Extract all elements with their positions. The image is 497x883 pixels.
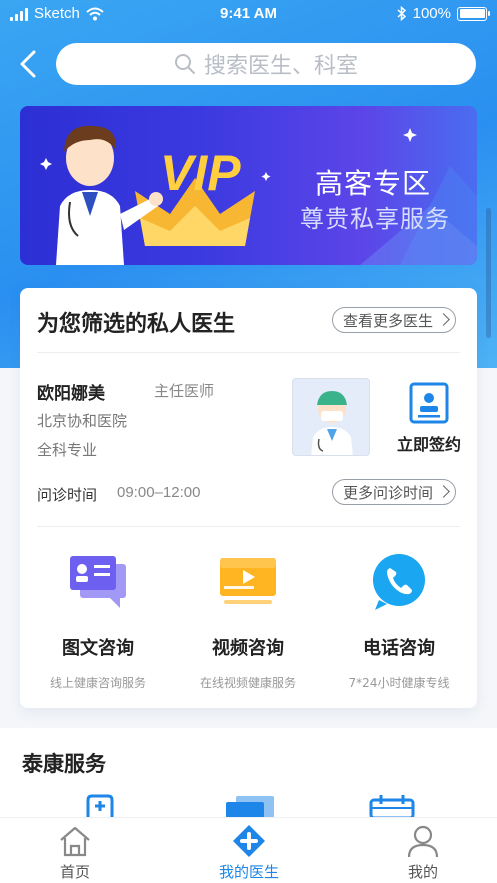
tab-bar: 首页 我的医生 我的 xyxy=(0,817,497,883)
service-name: 电话咨询 xyxy=(363,638,435,659)
service-desc: 7*24小时健康专线 xyxy=(348,676,450,690)
doctor-specialty: 全科专业 xyxy=(37,441,98,459)
hospital-icon[interactable] xyxy=(84,794,116,818)
doctor-hospital: 北京协和医院 xyxy=(37,412,128,430)
sign-contract-button[interactable] xyxy=(409,382,449,424)
status-bar: Sketch 9:41 AM 100% xyxy=(0,0,497,30)
section-title: 泰康服务 xyxy=(22,752,106,776)
vip-banner[interactable]: VIP 高客专区 尊贵私享服务 xyxy=(20,106,477,265)
tab-home[interactable]: 首页 xyxy=(0,818,158,883)
service-phone-consult[interactable]: 电话咨询 7*24小时健康专线 xyxy=(323,550,475,691)
divider xyxy=(37,526,460,527)
doctor-name: 欧阳娜美 xyxy=(37,384,105,404)
chat-card-icon xyxy=(70,556,126,608)
consult-time-label: 问诊时间 xyxy=(37,486,98,504)
home-icon xyxy=(60,826,90,857)
sign-contract-label[interactable]: 立即签约 xyxy=(397,431,461,455)
doctor-card: 为您筛选的私人医生 查看更多医生 欧阳娜美 主任医师 北京协和医院 全科专业 立… xyxy=(20,288,477,708)
svg-text:VIP: VIP xyxy=(160,145,241,201)
card-title: 为您筛选的私人医生 xyxy=(37,312,236,337)
banner-subtitle: 尊贵私享服务 xyxy=(300,205,450,233)
medical-cross-icon xyxy=(233,825,265,857)
tab-label: 我的 xyxy=(407,863,438,881)
records-icon[interactable] xyxy=(224,794,276,818)
doctor-avatar[interactable] xyxy=(292,378,370,456)
tab-me[interactable]: 我的 xyxy=(340,818,497,883)
more-doctors-label: 查看更多医生 xyxy=(343,311,434,330)
search-placeholder: 搜索医生、科室 xyxy=(203,54,358,79)
scroll-indicator[interactable] xyxy=(486,208,491,338)
more-times-button[interactable]: 更多问诊时间 xyxy=(332,479,457,505)
contract-icon xyxy=(409,382,449,424)
chevron-right-icon xyxy=(437,485,450,498)
service-video-consult[interactable]: 视频咨询 在线视频健康服务 xyxy=(172,550,324,691)
banner-badge-text: VIP xyxy=(160,145,241,201)
chevron-left-icon xyxy=(20,50,36,78)
service-desc: 线上健康咨询服务 xyxy=(49,676,146,690)
doctor-portrait xyxy=(311,391,353,455)
service-name: 图文咨询 xyxy=(62,638,134,659)
calendar-icon[interactable] xyxy=(369,794,415,818)
more-doctors-button[interactable]: 查看更多医生 xyxy=(332,307,457,333)
chevron-right-icon xyxy=(437,313,450,326)
divider xyxy=(37,352,460,353)
user-icon xyxy=(407,825,439,858)
tab-my-doctor[interactable]: 我的医生 xyxy=(166,818,332,883)
consult-time-value: 09:00–12:00 xyxy=(117,484,201,501)
battery-icon xyxy=(457,6,490,21)
search-input[interactable]: 搜索医生、科室 xyxy=(56,43,476,85)
more-times-label: 更多问诊时间 xyxy=(343,483,434,502)
search-icon xyxy=(174,54,195,74)
service-desc: 在线视频健康服务 xyxy=(199,676,296,690)
service-text-consult[interactable]: 图文咨询 线上健康咨询服务 xyxy=(22,550,174,691)
video-play-icon xyxy=(220,558,276,604)
tab-label: 首页 xyxy=(59,863,90,881)
back-button[interactable] xyxy=(14,46,44,82)
taikang-services-section: 泰康服务 xyxy=(0,728,497,828)
service-name: 视频咨询 xyxy=(212,638,284,659)
doctor-rank: 主任医师 xyxy=(154,382,215,400)
banner-title: 高客专区 xyxy=(315,167,432,200)
battery-percent: 100% xyxy=(412,5,451,22)
tab-label: 我的医生 xyxy=(218,863,279,881)
bluetooth-icon xyxy=(397,6,406,21)
phone-icon xyxy=(373,554,425,610)
